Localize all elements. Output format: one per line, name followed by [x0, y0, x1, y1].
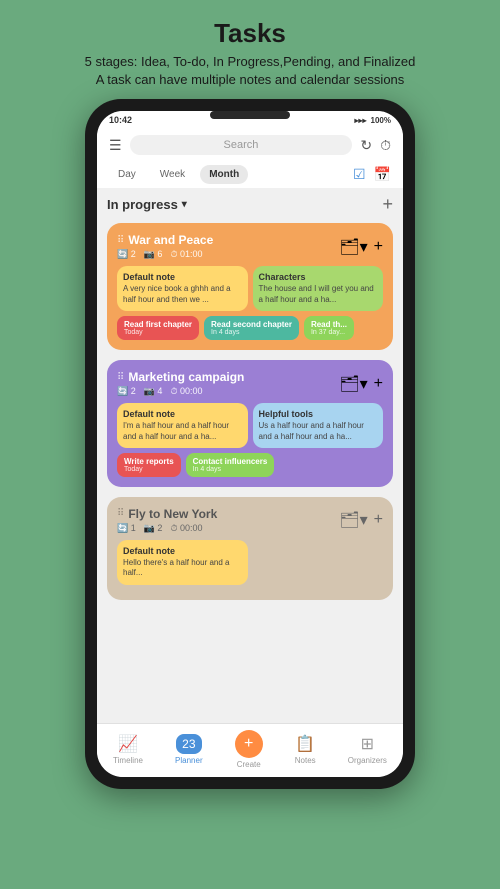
status-signal: ▸▸▸: [354, 116, 366, 125]
refresh-icon[interactable]: ↻: [360, 137, 372, 154]
nav-item-timeline[interactable]: 📈 Timeline: [113, 734, 143, 765]
task-add-icon-2[interactable]: +: [374, 375, 383, 393]
note-card-2-2[interactable]: Helpful tools Us a half hour and a half …: [253, 403, 384, 448]
task-meta-2: 🔄 2 📷 4 ⏱ 00:00: [117, 386, 244, 397]
phone-screen: 10:42 ▸▸▸ 100% ☰ Search ↻ ⏱ Day Week Mo: [97, 111, 403, 777]
nav-item-planner[interactable]: 23 Planner: [175, 734, 203, 765]
task-add-icon-1[interactable]: +: [374, 238, 383, 256]
session-pill-1-1[interactable]: Read first chapter Today: [117, 316, 199, 340]
main-content: In progress ▾ + ⠿ War and Peace 🔄 2: [97, 188, 403, 723]
task-card-marketing: ⠿ Marketing campaign 🔄 2 📷 4 ⏱ 00:00 🗂▾ …: [107, 360, 393, 487]
dropdown-arrow: ▾: [182, 199, 187, 210]
add-task-button[interactable]: +: [382, 194, 393, 215]
tab-bar: Day Week Month ☑ 📅: [97, 161, 403, 188]
tab-week[interactable]: Week: [151, 165, 194, 184]
task-title-1: War and Peace: [128, 233, 213, 247]
calendar-view-icon[interactable]: 📅: [374, 166, 391, 183]
status-time: 10:42: [109, 115, 132, 125]
task-actions-2: 🗂▾ +: [339, 374, 383, 394]
timer-icon[interactable]: ⏱: [380, 137, 391, 154]
search-box[interactable]: Search: [130, 135, 353, 155]
create-label: Create: [237, 760, 261, 769]
drag-icon-1: ⠿: [117, 235, 124, 246]
status-battery: 100%: [371, 116, 391, 125]
task-card-fly-ny: ⠿ Fly to New York 🔄 1 📷 2 ⏱ 00:00 🗂▾ +: [107, 497, 393, 600]
task-title-area-3: ⠿ Fly to New York 🔄 1 📷 2 ⏱ 00:00: [117, 507, 217, 534]
task-title-2: Marketing campaign: [128, 370, 244, 384]
planner-label: Planner: [175, 756, 203, 765]
task-menu-icon-2[interactable]: 🗂▾: [339, 374, 367, 394]
session-pill-1-2[interactable]: Read second chapter In 4 days: [204, 316, 299, 340]
notes-grid-2: Default note I'm a half hour and a half …: [117, 403, 383, 448]
phone-notch: [210, 111, 290, 119]
bottom-nav: 📈 Timeline 23 Planner + Create 📋 Notes ⊞…: [97, 723, 403, 777]
task-meta-3: 🔄 1 📷 2 ⏱ 00:00: [117, 523, 217, 534]
note-card-1-1[interactable]: Default note A very nice book a ghhh and…: [117, 266, 248, 311]
notes-grid-3: Default note Hello there's a half hour a…: [117, 540, 383, 585]
task-title-area-2: ⠿ Marketing campaign 🔄 2 📷 4 ⏱ 00:00: [117, 370, 244, 397]
tab-month[interactable]: Month: [200, 165, 248, 184]
session-pill-1-3[interactable]: Read th... In 37 day...: [304, 316, 354, 340]
drag-icon-3: ⠿: [117, 508, 124, 519]
session-pill-2-1[interactable]: Write reports Today: [117, 453, 181, 477]
planner-icon: 23: [176, 734, 201, 754]
menu-icon[interactable]: ☰: [109, 137, 122, 154]
check-calendar-icon[interactable]: ☑: [353, 166, 366, 183]
create-icon: +: [235, 730, 263, 758]
session-pill-2-2[interactable]: Contact influencers In 4 days: [186, 453, 275, 477]
note-card-3-1[interactable]: Default note Hello there's a half hour a…: [117, 540, 248, 585]
task-add-icon-3[interactable]: +: [374, 511, 383, 529]
nav-item-notes[interactable]: 📋 Notes: [295, 734, 316, 765]
task-card-header-2: ⠿ Marketing campaign 🔄 2 📷 4 ⏱ 00:00 🗂▾ …: [117, 370, 383, 397]
section-title[interactable]: In progress ▾: [107, 197, 187, 212]
task-card-header-3: ⠿ Fly to New York 🔄 1 📷 2 ⏱ 00:00 🗂▾ +: [117, 507, 383, 534]
page-header: Tasks 5 stages: Idea, To-do, In Progress…: [65, 0, 436, 99]
nav-item-organizers[interactable]: ⊞ Organizers: [348, 734, 387, 765]
task-card-header-1: ⠿ War and Peace 🔄 2 📷 6 ⏱ 01:00 🗂▾ +: [117, 233, 383, 260]
phone-frame: 10:42 ▸▸▸ 100% ☰ Search ↻ ⏱ Day Week Mo: [85, 99, 415, 789]
top-bar: ☰ Search ↻ ⏱: [97, 129, 403, 161]
note-card-1-2[interactable]: Characters The house and I will get you …: [253, 266, 384, 311]
timeline-icon: 📈: [118, 734, 138, 754]
task-menu-icon-3[interactable]: 🗂▾: [339, 510, 367, 530]
page-title: Tasks: [85, 18, 416, 49]
task-title-3: Fly to New York: [128, 507, 217, 521]
tab-day[interactable]: Day: [109, 165, 145, 184]
organizers-label: Organizers: [348, 756, 387, 765]
task-card-war-peace: ⠿ War and Peace 🔄 2 📷 6 ⏱ 01:00 🗂▾ +: [107, 223, 393, 350]
task-actions-1: 🗂▾ +: [339, 237, 383, 257]
notes-label: Notes: [295, 756, 316, 765]
note-card-2-1[interactable]: Default note I'm a half hour and a half …: [117, 403, 248, 448]
sessions-row-1: Read first chapter Today Read second cha…: [117, 316, 383, 340]
page-subtitle: 5 stages: Idea, To-do, In Progress,Pendi…: [85, 53, 416, 89]
tab-icons: ☑ 📅: [353, 166, 391, 183]
section-header: In progress ▾ +: [107, 194, 393, 215]
task-meta-1: 🔄 2 📷 6 ⏱ 01:00: [117, 249, 213, 260]
task-title-area-1: ⠿ War and Peace 🔄 2 📷 6 ⏱ 01:00: [117, 233, 213, 260]
organizers-icon: ⊞: [361, 734, 374, 754]
task-actions-3: 🗂▾ +: [339, 510, 383, 530]
notes-icon: 📋: [295, 734, 315, 754]
sessions-row-2: Write reports Today Contact influencers …: [117, 453, 383, 477]
drag-icon-2: ⠿: [117, 372, 124, 383]
nav-item-create[interactable]: + Create: [235, 730, 263, 769]
status-right: ▸▸▸ 100%: [354, 116, 391, 125]
task-menu-icon-1[interactable]: 🗂▾: [339, 237, 367, 257]
timeline-label: Timeline: [113, 756, 143, 765]
notes-grid-1: Default note A very nice book a ghhh and…: [117, 266, 383, 311]
